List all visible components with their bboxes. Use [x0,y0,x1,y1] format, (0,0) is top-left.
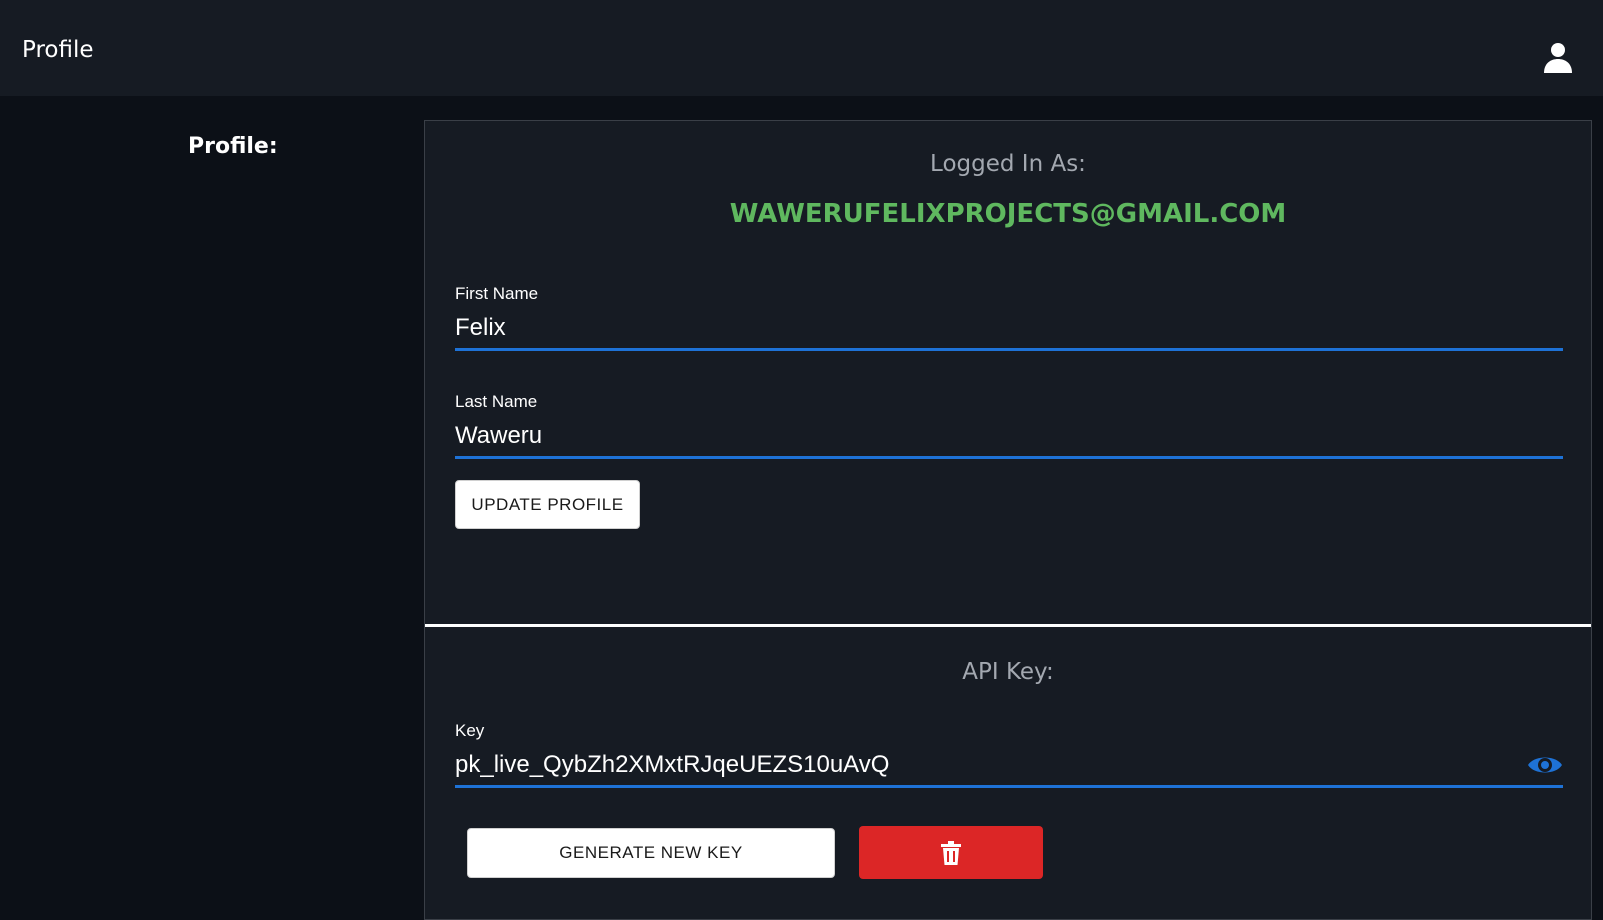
last-name-underline [455,456,1563,459]
section-divider [425,624,1591,627]
last-name-field[interactable]: Last Name Waweru [455,392,1563,472]
update-profile-button[interactable]: UPDATE PROFILE [455,480,640,529]
api-key-label: Key [455,721,485,740]
generate-new-key-button[interactable]: GENERATE NEW KEY [467,828,835,878]
first-name-input[interactable]: Felix [455,314,506,342]
sidebar-profile-label: Profile: [188,134,278,159]
api-key-underline [455,785,1563,788]
delete-key-button[interactable] [859,826,1043,879]
last-name-label: Last Name [455,392,538,411]
trash-icon [941,840,961,865]
first-name-underline [455,348,1563,351]
last-name-input[interactable]: Waweru [455,422,542,450]
api-key-field[interactable]: Key pk_live_QybZh2XMxtRJqeUEZS10uAvQ [455,721,1563,801]
eye-icon[interactable] [1527,751,1563,779]
first-name-field[interactable]: First Name Felix [455,284,1563,364]
top-app-bar: Profile [0,0,1603,96]
api-key-section-label: API Key: [962,659,1054,685]
profile-panel: Logged In As: WAWERUFELIXPROJECTS@GMAIL.… [424,120,1592,920]
app-bar-title: Profile [22,37,94,63]
user-email: WAWERUFELIXPROJECTS@GMAIL.COM [729,199,1287,229]
api-key-input[interactable]: pk_live_QybZh2XMxtRJqeUEZS10uAvQ [455,751,889,779]
first-name-label: First Name [455,284,539,303]
user-account-icon[interactable] [1543,42,1573,74]
logged-in-label: Logged In As: [930,151,1086,177]
